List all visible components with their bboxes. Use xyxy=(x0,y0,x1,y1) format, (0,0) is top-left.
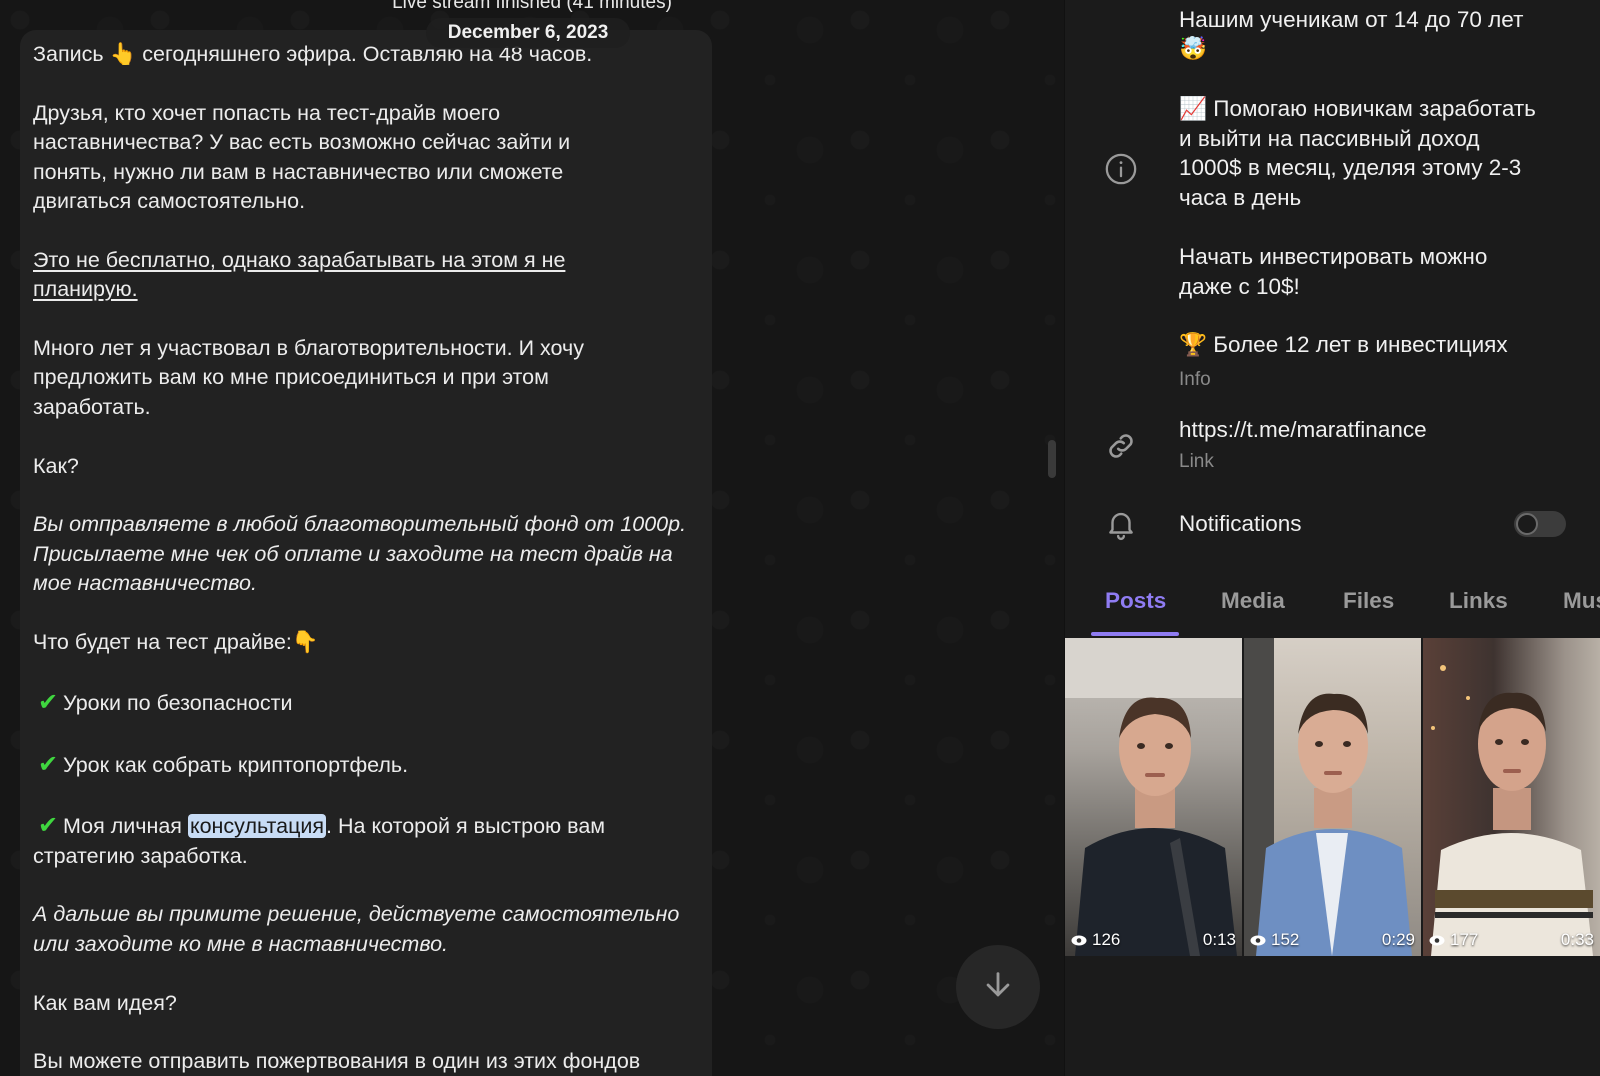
channel-link[interactable]: https://t.me/maratfinance xyxy=(1179,415,1427,445)
checklist-item: ✔ Урок как собрать криптопортфель. xyxy=(33,750,700,780)
check-mark-icon: ✔ xyxy=(37,812,59,840)
message-line: мое наставничество. xyxy=(33,571,257,596)
message-line: Как вам идея? xyxy=(33,990,177,1015)
tab-media[interactable]: Media xyxy=(1221,588,1285,614)
message-line: двигаться самостоятельно. xyxy=(33,189,306,214)
channel-info-panel: Нашим ученикам от 14 до 70 лет 🤯 📈 Помог… xyxy=(1064,0,1600,1076)
eye-icon xyxy=(1071,935,1087,946)
video-duration: 0:13 xyxy=(1202,930,1236,949)
message-line: заработать. xyxy=(33,394,151,419)
person-image xyxy=(1244,638,1412,956)
message-line: Вы отправляете в любой благотворительный… xyxy=(33,512,687,537)
message-paragraph: Много лет я участвовал в благотворительн… xyxy=(33,334,700,422)
checklist-text: Урок как собрать криптопортфель. xyxy=(63,752,409,777)
view-count: 152 xyxy=(1250,930,1299,950)
video-duration: 0:29 xyxy=(1381,930,1415,949)
tab-links[interactable]: Links xyxy=(1449,588,1508,614)
message-line: Это не бесплатно, однако зарабатывать на… xyxy=(33,247,566,272)
service-message: Live stream finished (41 minutes) xyxy=(392,0,672,13)
message-bubble[interactable]: Запись 👆 сегодняшнего эфира. Оставляю на… xyxy=(20,30,712,1076)
highlighted-word[interactable]: консультация xyxy=(187,814,327,839)
view-count-text: 126 xyxy=(1092,930,1121,949)
bio-line: и выйти на пассивный доход xyxy=(1179,125,1480,151)
italic-paragraph: Вы отправляете в любой благотворительный… xyxy=(33,510,700,598)
message-text: Запись 👆 сегодняшнего эфира. Оставляю на… xyxy=(33,40,700,1076)
bio-line: 🏆 Более 12 лет в инвестициях xyxy=(1179,332,1508,357)
checklist-text: Моя личная xyxy=(63,814,188,839)
checklist-text: . На которой я выстрою вам xyxy=(326,814,606,839)
info-icon xyxy=(1103,151,1139,187)
italic-paragraph: А дальше вы примите решение, действуете … xyxy=(33,900,700,959)
message-line: А дальше вы примите решение, действуете … xyxy=(33,902,680,927)
bio-line: даже с 10$! xyxy=(1179,273,1300,299)
active-tab-indicator xyxy=(1091,632,1179,636)
message-line: или заходите ко мне в наставничество. xyxy=(33,931,449,956)
message-line: планирую. xyxy=(33,277,138,302)
video-thumbnail[interactable]: 152 0:29 xyxy=(1244,638,1421,956)
bell-icon xyxy=(1103,506,1139,542)
video-meta: 177 0:33 xyxy=(1429,930,1594,950)
checklist-item: ✔ Моя личная консультация. На которой я в… xyxy=(33,811,700,871)
arrow-down-icon xyxy=(981,968,1015,1007)
message-line: Как? xyxy=(33,453,79,478)
bio-line: Нашим ученикам от 14 до 70 лет xyxy=(1179,7,1524,32)
eye-icon xyxy=(1429,935,1445,946)
video-meta: 126 0:13 xyxy=(1071,930,1236,950)
link-icon xyxy=(1103,428,1139,464)
message-line: понять, нужно ли вам в наставничество ил… xyxy=(33,159,564,184)
view-count: 126 xyxy=(1071,930,1120,950)
toggle-knob xyxy=(1516,513,1538,535)
bio-line: 📈 Помогаю новичкам заработать xyxy=(1179,96,1536,121)
video-thumbnail[interactable]: 177 0:33 xyxy=(1423,638,1600,956)
scroll-down-button[interactable] xyxy=(956,945,1040,1029)
checklist-item: ✔ Уроки по безопасности xyxy=(33,688,700,718)
tab-music[interactable]: Music xyxy=(1563,588,1600,614)
bio-line: Начать инвестировать можно xyxy=(1179,244,1488,269)
tab-posts[interactable]: Posts xyxy=(1105,588,1166,614)
message-paragraph: Друзья, кто хочет попасть на тест-драйв … xyxy=(33,99,700,217)
tab-files[interactable]: Files xyxy=(1343,588,1394,614)
eye-icon xyxy=(1250,935,1266,946)
view-count-text: 177 xyxy=(1450,930,1479,949)
view-count-text: 152 xyxy=(1271,930,1300,949)
chat-area: Live stream finished (41 minutes) Запись… xyxy=(0,0,1064,1076)
check-mark-icon: ✔ xyxy=(37,689,59,717)
notifications-label: Notifications xyxy=(1179,511,1302,536)
message-line: Много лет я участвовал в благотворительн… xyxy=(33,336,584,361)
underlined-paragraph: Это не бесплатно, однако зарабатывать на… xyxy=(33,246,700,305)
date-badge: December 6, 2023 xyxy=(426,18,630,48)
person-image xyxy=(1065,638,1242,956)
video-thumbnail[interactable]: 126 0:13 xyxy=(1065,638,1242,956)
media-grid: 126 0:13 152 0:29 177 0:33 xyxy=(1065,638,1600,956)
message-line: Что будет на тест драйве:👇 xyxy=(33,630,319,655)
checklist-text: Уроки по безопасности xyxy=(63,691,293,716)
link-caption: Link xyxy=(1179,451,1214,472)
message-line: Друзья, кто хочет попасть на тест-драйв … xyxy=(33,100,501,125)
video-meta: 152 0:29 xyxy=(1250,930,1415,950)
person-image xyxy=(1431,665,1593,956)
message-line: Вы можете отправить пожертвования в один… xyxy=(33,1049,641,1074)
message-line: стратегию заработка. xyxy=(33,843,248,868)
media-tabs: Posts Media Files Links Music xyxy=(1065,588,1600,638)
view-count: 177 xyxy=(1429,930,1478,950)
video-duration: 0:33 xyxy=(1560,930,1594,949)
chat-scrollbar[interactable] xyxy=(1048,440,1056,478)
message-line: предложить вам ко мне присоединиться и п… xyxy=(33,365,549,390)
message-line: наставничества? У вас есть возможно сейч… xyxy=(33,130,571,155)
bio-line: часа в день xyxy=(1179,184,1302,210)
notifications-toggle[interactable] xyxy=(1514,511,1566,537)
bio-emoji: 🤯 xyxy=(1179,36,1208,61)
info-caption: Info xyxy=(1179,369,1211,390)
bio-line: 1000$ в месяц, уделяя этому 2-3 xyxy=(1179,155,1522,180)
check-mark-icon: ✔ xyxy=(37,750,59,778)
message-line: Присылаете мне чек об оплате и заходите … xyxy=(33,541,673,566)
